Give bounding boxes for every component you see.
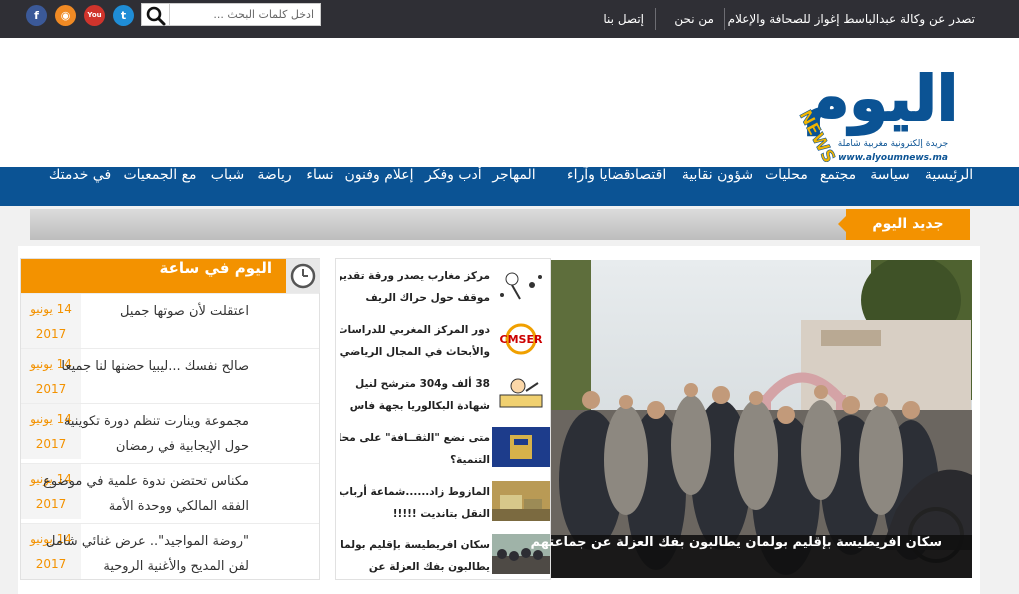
sidebar-news-line: اعتقلت لأن صوتها جميل [120,304,249,319]
sidebar-news-title[interactable]: مكناس تحتضن ندوة علمية في موضوع الفقه الم… [21,469,249,519]
related-news-line: متى نضع "الثقــافة" على محك [340,432,490,444]
related-news-line: والأبحاث في المجال الرياضي [340,346,490,358]
agency-text: تصدر عن وكالة عبدالباسط إغواز للصحافة وا… [727,12,975,26]
nav-item[interactable]: مع الجمعيات [122,167,198,206]
news-date-year: 2017 [35,382,67,396]
sidebar-clock-box [286,259,320,293]
featured-article[interactable]: سكان افريطيسة بإقليم بولمان يطالبون بفك … [531,255,972,578]
facebook-icon[interactable]: f [26,5,47,26]
nav-item[interactable]: إعلام وفنون [344,167,414,206]
related-news-line: مركز مغارب يصدر ورقة تقدير [340,270,490,282]
related-news-item[interactable]: CMSER دور المركز المغربي للدراسات والأبحاث… [336,315,552,368]
related-news-line: شهادة البكالوريا بجهة فاس [349,400,490,412]
sidebar-news-title[interactable]: مجموعة وينارت تنظم دورة تكوينية حول الإيج… [21,409,249,459]
nav-item[interactable]: سياسة [868,167,912,206]
related-news-item[interactable]: المازوط زاد......شماعة أرباب النقل بتاندي… [336,477,552,530]
logo-tagline: جريدة إلكترونية مغربية شاملة [838,139,948,149]
related-news-line: موقف حول حراك الريف [365,292,490,304]
news-date-year: 2017 [35,327,67,341]
nav-item[interactable]: المهاجر [490,167,538,206]
main-nav: الرئيسية سياسة مجتمع محليات شؤون نقابية اقتصا… [0,167,1019,206]
nav-item[interactable]: مجتمع [818,167,858,206]
logo-title: اليوم [804,62,958,136]
featured-image[interactable] [551,255,972,578]
news-thumbnail[interactable]: CMSER [492,319,550,359]
sidebar-news-title[interactable]: اعتقلت لأن صوتها جميل [21,299,249,324]
featured-caption[interactable]: سكان افريطيسة بإقليم بولمان يطالبون بفك … [531,535,942,550]
related-news-line: دور المركز المغربي للدراسات [340,324,490,336]
news-ticker [30,209,970,240]
search-button[interactable] [141,3,169,26]
nav-item[interactable]: شؤون نقابية [680,167,755,206]
nav-item[interactable]: قضايا وآراء [567,167,631,206]
sidebar-title: اليوم في ساعة [159,259,272,277]
related-news-title[interactable]: المازوط زاد......شماعة أرباب النقل بتاندي… [340,481,490,525]
related-news-line: سكان افريطيسة بإقليم بولمان [340,539,490,551]
related-news-line: يطالبون بفك العزلة عن [368,561,490,573]
nav-item[interactable]: أدب وفكر [425,167,482,206]
sidebar-news-line: مكناس تحتضن ندوة علمية في موضوع [43,474,249,489]
top-bar: تصدر عن وكالة عبدالباسط إغواز للصحافة وا… [0,0,1019,38]
rss-icon[interactable]: ◉ [55,5,76,26]
nav-item[interactable]: الرئيسية [922,167,976,206]
nav-item[interactable]: في خدمتك [48,167,112,206]
news-thumbnail[interactable] [492,481,550,521]
related-news-title[interactable]: مركز مغارب يصدر ورقة تقدير موقف حول حراك … [340,265,490,309]
search-input[interactable] [169,3,321,26]
related-news-item[interactable]: 38 ألف و304 مترشح لنيل شهادة البكالوريا ب… [336,369,552,422]
nav-item[interactable]: شباب [210,167,245,206]
nav-item[interactable]: اقتصاد [626,167,669,206]
sidebar-news-line: الفقه المالكي ووحدة الأمة [108,499,249,514]
sidebar-news-line: لفن المديح والأغنية الروحية [103,559,249,574]
sidebar-news-item[interactable]: 14 يونيو 2017 صالح نفسك ...ليبيا حضنها لنا… [21,348,319,404]
news-thumbnail[interactable] [492,373,550,413]
search-icon [146,6,166,26]
related-news-item[interactable]: مركز مغارب يصدر ورقة تقدير موقف حول حراك … [336,261,552,314]
about-link[interactable]: من نحن [674,0,714,38]
sidebar-news-item[interactable]: 14 يونيو 2017 مجموعة وينارت تنظم دورة تكوي… [21,403,319,459]
sidebar-news-title[interactable]: صالح نفسك ...ليبيا حضنها لنا جميعا [21,354,249,379]
related-news-title[interactable]: 38 ألف و304 مترشح لنيل شهادة البكالوريا ب… [340,373,490,417]
sidebar-title-bar: اليوم في ساعة [21,259,286,293]
sidebar-latest: اليوم في ساعة 14 يونيو 2017 اعتقلت لأن صوت… [20,258,320,580]
ticker-arrow [838,216,846,232]
sidebar-news-item[interactable]: 14 يونيو 2017 "روضة المواجيد".. عرض غنائي … [21,523,319,579]
related-news-item[interactable]: متى نضع "الثقــافة" على محك التنمية؟ [336,423,552,476]
sidebar-news-item[interactable]: 14 يونيو 2017 اعتقلت لأن صوتها جميل [21,293,319,349]
clock-icon [290,263,316,289]
nav-item[interactable]: محليات [765,167,808,206]
related-news-list: مركز مغارب يصدر ورقة تقدير موقف حول حراك … [335,258,551,580]
nav-item[interactable]: رياضة [256,167,293,206]
related-news-line: التنمية؟ [450,454,490,466]
related-news-title[interactable]: سكان افريطيسة بإقليم بولمان يطالبون بفك ا… [340,534,490,578]
sidebar-news-item[interactable]: 14 يونيو 2017 مكناس تحتضن ندوة علمية في مو… [21,463,319,519]
news-thumbnail[interactable] [492,265,550,305]
top-separator [724,8,725,30]
news-thumbnail[interactable] [492,427,550,467]
related-news-item[interactable]: سكان افريطيسة بإقليم بولمان يطالبون بفك ا… [336,530,552,583]
related-news-line: 38 ألف و304 مترشح لنيل [355,378,490,390]
sidebar-news-title[interactable]: "روضة المواجيد".. عرض غنائي شامل لفن المد… [21,529,249,579]
sidebar-news-line: حول الإيجابية في رمضان [115,439,249,454]
twitter-icon[interactable]: t [113,5,134,26]
sidebar-news-line: "روضة المواجيد".. عرض غنائي شامل [46,534,249,549]
related-news-title[interactable]: متى نضع "الثقــافة" على محك التنمية؟ [340,427,490,471]
related-news-line: النقل بتانديت !!!!! [392,508,490,520]
related-news-title[interactable]: دور المركز المغربي للدراسات والأبحاث في ا… [340,319,490,363]
logo-url: www.alyoumnews.ma [838,153,948,162]
ticker-label: جديد اليوم [846,209,970,240]
youtube-icon[interactable]: You [84,5,105,26]
nav-item[interactable]: نساء [303,167,337,206]
sidebar-news-line: صالح نفسك ...ليبيا حضنها لنا جميعا [61,359,249,374]
contact-link[interactable]: إتصل بنا [603,0,644,38]
sidebar-news-line: مجموعة وينارت تنظم دورة تكوينية [63,414,249,429]
cmser-logo-text: CMSER [500,333,543,346]
site-logo[interactable]: اليوم NEWS جريدة إلكترونية مغربية شاملة … [775,42,970,162]
related-news-line: المازوط زاد......شماعة أرباب [340,486,490,498]
top-separator [655,8,656,30]
